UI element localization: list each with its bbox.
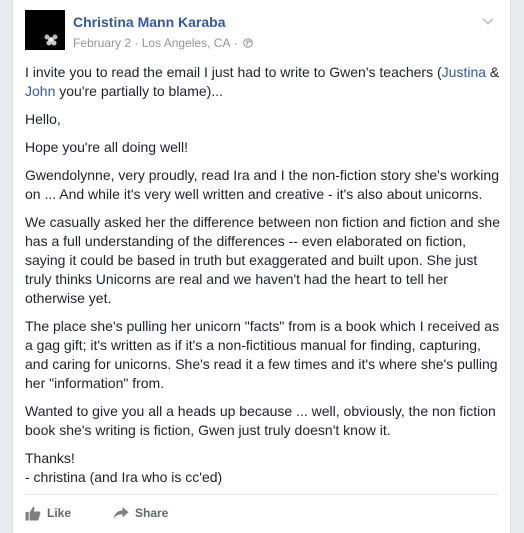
post-paragraph: Gwendolynne, very proudly, read Ira and … xyxy=(25,167,499,202)
post-date[interactable]: February 2 xyxy=(73,36,131,50)
post-actions: Like Share xyxy=(25,500,495,526)
post-intro: I invite you to read the email I just ha… xyxy=(25,64,500,99)
post-body: I invite you to read the email I just ha… xyxy=(25,63,503,496)
post-paragraph: We casually asked her the difference bet… xyxy=(25,214,501,306)
mention-john[interactable]: John xyxy=(25,83,55,99)
author-name[interactable]: Christina Mann Karaba xyxy=(73,14,225,30)
post-card: Christina Mann Karaba February 2 · Los A… xyxy=(12,0,511,533)
mention-justina[interactable]: Justina xyxy=(442,64,486,80)
meta-separator: · xyxy=(233,35,238,50)
divider xyxy=(25,494,498,495)
share-button[interactable]: Share xyxy=(113,500,168,526)
thumbs-up-icon xyxy=(25,506,41,520)
meta-separator: · xyxy=(134,35,139,50)
post-signoff: Thanks! - christina (and Ira who is cc'ed… xyxy=(25,450,223,485)
post-paragraph: Wanted to give you all a heads up becaus… xyxy=(25,403,496,438)
like-label: Like xyxy=(47,506,72,520)
globe-icon[interactable] xyxy=(243,38,253,48)
avatar[interactable] xyxy=(25,10,65,50)
share-arrow-icon xyxy=(113,507,129,519)
post-location[interactable]: Los Angeles, CA xyxy=(142,36,231,50)
post-paragraph: Hello, xyxy=(25,111,61,127)
post-header: Christina Mann Karaba February 2 · Los A… xyxy=(25,10,495,55)
share-label: Share xyxy=(135,506,169,520)
post-paragraph: The place she's pulling her unicorn "fac… xyxy=(25,318,500,391)
post-paragraph: Hope you're all doing well! xyxy=(25,139,188,155)
post-meta: February 2 · Los Angeles, CA · xyxy=(73,35,253,50)
chevron-down-icon[interactable] xyxy=(481,16,495,26)
like-button[interactable]: Like xyxy=(25,500,71,526)
